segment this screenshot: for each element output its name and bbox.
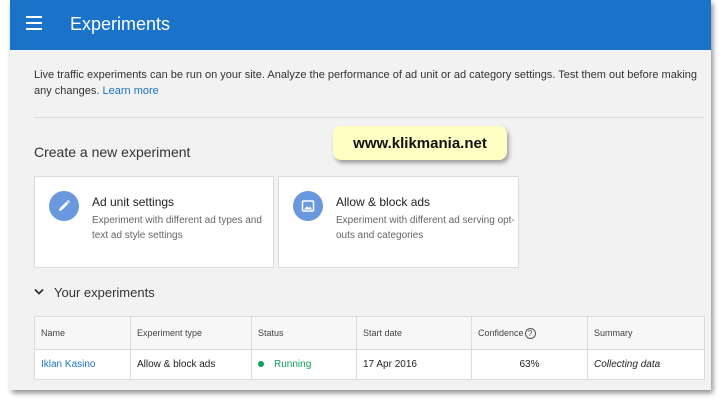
- experiment-name-link[interactable]: Iklan Kasino: [41, 359, 95, 370]
- create-experiment-title: Create a new experiment: [34, 144, 191, 160]
- card-title: Ad unit settings: [92, 195, 175, 209]
- allow-block-ads-card[interactable]: Allow & block ads Experiment with differ…: [278, 176, 519, 268]
- pencil-icon: [49, 191, 79, 221]
- column-header-summary[interactable]: Summary: [587, 316, 705, 350]
- chevron-down-icon: [34, 288, 44, 295]
- page-title: Experiments: [70, 14, 171, 34]
- app-window: Experiments Live traffic experiments can…: [10, 0, 711, 390]
- column-header-confidence-label: Confidence: [478, 327, 524, 338]
- status-cell: Running: [251, 349, 357, 380]
- watermark-label: www.klikmania.net: [333, 126, 507, 160]
- image-icon: [293, 191, 323, 221]
- column-header-type[interactable]: Experiment type: [130, 316, 252, 350]
- ad-unit-settings-card[interactable]: Ad unit settings Experiment with differe…: [34, 176, 274, 268]
- column-header-start-date[interactable]: Start date: [356, 316, 472, 350]
- help-icon[interactable]: ?: [524, 327, 536, 339]
- your-experiments-toggle[interactable]: Your experiments: [34, 282, 155, 302]
- experiments-table: Name Experiment type Status Start date C…: [34, 316, 705, 380]
- app-bar: Experiments: [10, 0, 711, 50]
- menu-icon[interactable]: [26, 16, 42, 30]
- table-row[interactable]: Iklan Kasino Allow & block ads Running 1…: [34, 349, 705, 380]
- learn-more-link[interactable]: Learn more: [103, 85, 159, 97]
- column-header-confidence[interactable]: Confidence?: [471, 316, 588, 350]
- status-label: Running: [274, 359, 312, 370]
- summary-cell: Collecting data: [587, 349, 705, 380]
- start-date-cell: 17 Apr 2016: [356, 349, 472, 380]
- column-header-name[interactable]: Name: [34, 316, 131, 350]
- status-dot-icon: [258, 361, 264, 368]
- your-experiments-title: Your experiments: [54, 284, 155, 300]
- experiment-type-cell: Allow & block ads: [130, 349, 252, 380]
- intro-text: Live traffic experiments can be run on y…: [34, 67, 704, 99]
- card-description: Experiment with different ad types and t…: [92, 215, 262, 241]
- confidence-cell: 63%: [471, 349, 588, 380]
- card-title: Allow & block ads: [336, 195, 431, 209]
- divider: [34, 117, 704, 118]
- table-header-row: Name Experiment type Status Start date C…: [34, 316, 705, 350]
- column-header-status[interactable]: Status: [251, 316, 357, 350]
- card-description: Experiment with different ad serving opt…: [336, 215, 515, 241]
